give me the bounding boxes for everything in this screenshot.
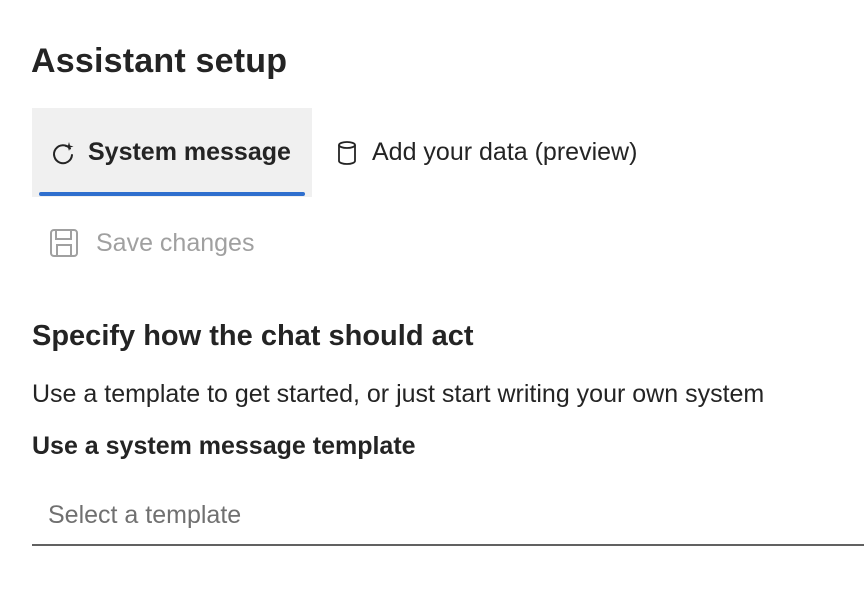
- template-field-label: Use a system message template: [32, 432, 416, 460]
- database-icon: [332, 138, 362, 168]
- save-changes-label: Save changes: [96, 228, 255, 257]
- tab-system-message[interactable]: System message: [32, 108, 312, 197]
- tab-label: System message: [88, 138, 291, 166]
- page-title: Assistant setup: [31, 42, 288, 80]
- section-title: Specify how the chat should act: [32, 320, 474, 352]
- save-icon: [49, 228, 79, 258]
- save-changes-button[interactable]: Save changes: [49, 228, 254, 258]
- template-select-placeholder: Select a template: [48, 500, 242, 529]
- tab-add-your-data[interactable]: Add your data (preview): [312, 108, 653, 197]
- tab-list: System message Add your data (preview): [32, 108, 653, 197]
- section-description: Use a template to get started, or just s…: [32, 380, 765, 408]
- assistant-setup-panel: Assistant setup System message Add your …: [0, 0, 864, 594]
- sparkle-refresh-icon: [48, 138, 78, 168]
- tab-label: Add your data (preview): [372, 138, 638, 166]
- template-select[interactable]: Select a template: [32, 486, 864, 546]
